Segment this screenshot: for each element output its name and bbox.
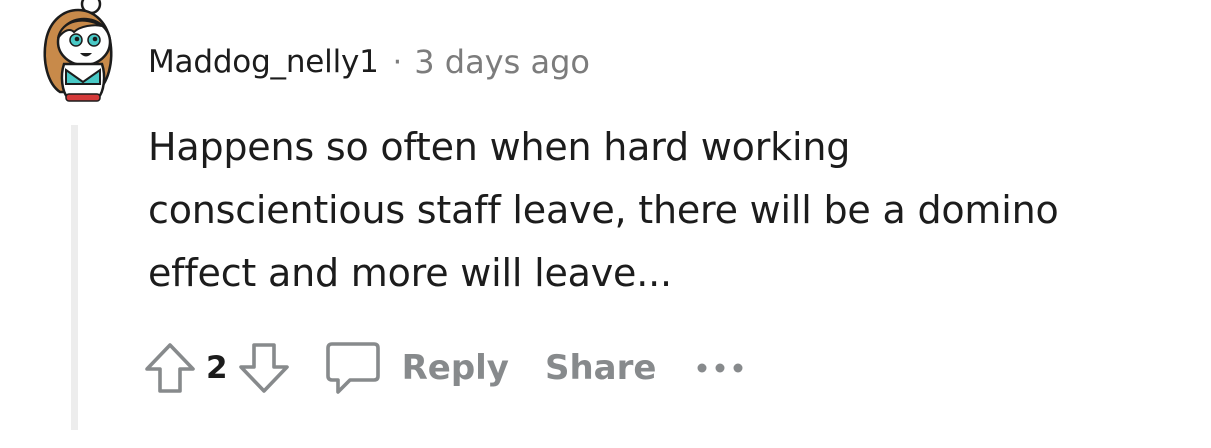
avatar[interactable] (36, 0, 120, 104)
vote-count: 2 (206, 350, 228, 386)
comment-header: Maddog_nelly1 · 3 days ago (148, 40, 590, 84)
downvote-button[interactable] (234, 338, 294, 398)
upvote-button[interactable] (140, 338, 200, 398)
share-button[interactable]: Share (545, 348, 656, 388)
more-options-icon (697, 363, 743, 373)
thread-line[interactable] (71, 125, 78, 430)
comment-body-line: conscientious staff leave, there will be… (148, 188, 1059, 232)
comment-body-line: Happens so often when hard working (148, 125, 851, 169)
comment-bubble-icon (325, 342, 380, 394)
more-options-button[interactable] (696, 358, 748, 378)
reply-button[interactable] (322, 338, 382, 398)
comment-body: Happens so often when hard working consc… (148, 116, 1178, 305)
downvote-arrow-icon (238, 343, 289, 393)
meta-separator: · (392, 44, 403, 80)
author-username[interactable]: Maddog_nelly1 (148, 44, 379, 80)
comment-body-line: effect and more will leave... (148, 251, 672, 295)
comment-timestamp[interactable]: 3 days ago (414, 43, 590, 81)
upvote-arrow-icon (145, 343, 195, 393)
snoo-avatar-icon (43, 0, 113, 102)
reply-label[interactable]: Reply (402, 348, 509, 388)
comment-actions: 2 Reply Share (140, 336, 748, 400)
